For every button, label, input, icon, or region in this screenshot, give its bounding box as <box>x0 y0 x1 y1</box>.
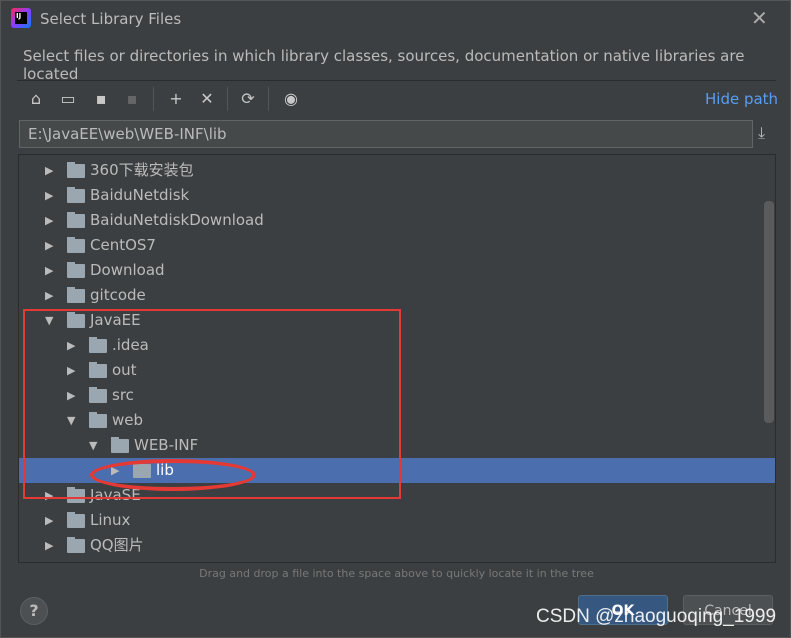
new-folder-icon[interactable]: + <box>165 89 187 108</box>
toolbar-separator <box>227 87 228 111</box>
tree-item-label: Download <box>90 261 165 279</box>
tree-item[interactable]: ▶ Download <box>19 258 775 283</box>
tree-item-label: gitcode <box>90 286 146 304</box>
tree-item-label: QQ图片 <box>90 536 144 554</box>
toolbar-separator <box>268 87 269 111</box>
watermark: CSDN @zhaoguoqing_1999 <box>536 606 777 627</box>
folder-icon <box>67 262 85 278</box>
chevron-right-icon[interactable]: ▶ <box>45 183 53 208</box>
desktop-icon[interactable]: ▭ <box>57 89 79 108</box>
divider <box>17 80 776 81</box>
tree-item[interactable]: ▶ Linux <box>19 508 775 533</box>
tree-item[interactable]: ▶ CentOS7 <box>19 233 775 258</box>
tree-item[interactable]: ▶ 360下载安装包 <box>19 158 775 183</box>
tree-item[interactable]: ▶ BaiduNetdiskDownload <box>19 208 775 233</box>
folder-icon <box>67 512 85 528</box>
chevron-right-icon[interactable]: ▶ <box>45 258 53 283</box>
module-folder-icon[interactable]: ▪ <box>121 89 143 108</box>
tree-item-label: CentOS7 <box>90 236 156 254</box>
tree-item-label: Linux <box>90 511 131 529</box>
folder-icon <box>67 537 85 553</box>
close-button[interactable]: ✕ <box>751 6 768 30</box>
folder-icon <box>67 237 85 253</box>
tree-item[interactable]: ▶ QQ图片 <box>19 533 775 558</box>
folder-icon <box>67 187 85 203</box>
refresh-icon[interactable]: ⟳ <box>237 89 259 108</box>
delete-icon[interactable]: ✕ <box>196 89 218 108</box>
chevron-right-icon[interactable]: ▶ <box>45 233 53 258</box>
hide-path-link[interactable]: Hide path <box>705 90 778 108</box>
tree-item-label: BaiduNetdisk <box>90 186 190 204</box>
folder-icon <box>67 212 85 228</box>
chevron-right-icon[interactable]: ▶ <box>45 158 53 183</box>
path-input[interactable]: E:\JavaEE\web\WEB-INF\lib <box>19 120 753 148</box>
folder-icon <box>67 162 85 178</box>
chevron-right-icon[interactable]: ▶ <box>45 283 53 308</box>
help-button[interactable]: ? <box>20 597 48 625</box>
chevron-right-icon[interactable]: ▶ <box>45 533 53 558</box>
chevron-right-icon[interactable]: ▶ <box>45 208 53 233</box>
folder-icon <box>67 287 85 303</box>
annotation-ellipse <box>90 459 256 491</box>
home-icon[interactable]: ⌂ <box>25 89 47 108</box>
project-folder-icon[interactable]: ▪ <box>90 89 112 108</box>
dialog-title: Select Library Files <box>40 10 182 28</box>
dialog-description: Select files or directories in which lib… <box>23 47 745 83</box>
scrollbar[interactable] <box>764 201 774 423</box>
drag-drop-hint: Drag and drop a file into the space abov… <box>199 567 594 580</box>
download-icon[interactable]: ⤓ <box>758 123 765 143</box>
toolbar-separator <box>153 87 154 111</box>
tree-item-label: BaiduNetdiskDownload <box>90 211 264 229</box>
chevron-right-icon[interactable]: ▶ <box>45 508 53 533</box>
tree-item[interactable]: ▶ BaiduNetdisk <box>19 183 775 208</box>
app-logo: IJ <box>11 8 31 28</box>
tree-item[interactable]: ▶ gitcode <box>19 283 775 308</box>
show-hidden-icon[interactable]: ◉ <box>280 89 302 108</box>
tree-item-label: 360下载安装包 <box>90 161 194 179</box>
